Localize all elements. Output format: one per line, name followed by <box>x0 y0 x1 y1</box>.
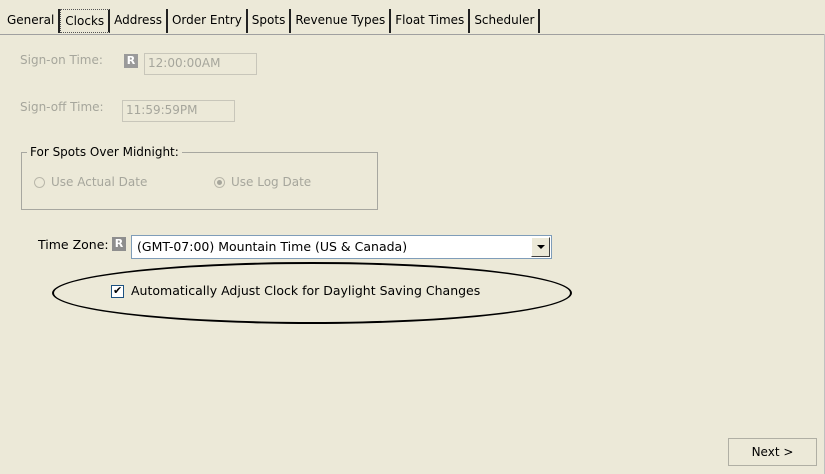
chevron-down-icon <box>537 245 545 249</box>
sign-on-time-field[interactable]: 12:00:00AM <box>144 53 257 75</box>
tab-order-entry[interactable]: Order Entry <box>168 9 248 33</box>
tab-spots[interactable]: Spots <box>248 9 292 33</box>
radio-log-date[interactable] <box>214 177 225 188</box>
sign-on-label: Sign-on Time: <box>20 53 103 67</box>
tab-float-times[interactable]: Float Times <box>391 9 471 33</box>
tab-general[interactable]: General <box>3 9 61 33</box>
next-button[interactable]: Next > <box>728 438 817 466</box>
dst-checkbox[interactable]: ✔ <box>111 284 124 298</box>
time-zone-label: Time Zone: <box>38 237 109 252</box>
radio-actual-date[interactable] <box>34 177 45 188</box>
radio-log-date-label: Use Log Date <box>231 175 312 189</box>
tab-clocks[interactable]: Clocks <box>60 9 111 33</box>
r-badge-icon: R <box>112 237 126 251</box>
radio-actual-date-label: Use Actual Date <box>51 175 148 189</box>
time-zone-dropdown-button[interactable] <box>531 237 550 257</box>
sign-off-time-field[interactable]: 11:59:59PM <box>122 100 235 122</box>
tab-divider <box>0 34 825 35</box>
r-badge-icon: R <box>124 54 138 68</box>
tab-strip: General Clocks Address Order Entry Spots… <box>3 9 541 35</box>
dst-checkbox-label[interactable]: Automatically Adjust Clock for Daylight … <box>131 283 480 298</box>
tab-address[interactable]: Address <box>110 9 168 33</box>
tab-scheduler[interactable]: Scheduler <box>470 9 541 33</box>
midnight-group-label: For Spots Over Midnight: <box>27 145 182 159</box>
tab-revenue-types[interactable]: Revenue Types <box>291 9 392 33</box>
time-zone-value: (GMT-07:00) Mountain Time (US & Canada) <box>137 239 408 254</box>
time-zone-select[interactable]: (GMT-07:00) Mountain Time (US & Canada) <box>131 235 552 259</box>
sign-off-label: Sign-off Time: <box>20 100 104 114</box>
check-icon: ✔ <box>113 284 123 297</box>
